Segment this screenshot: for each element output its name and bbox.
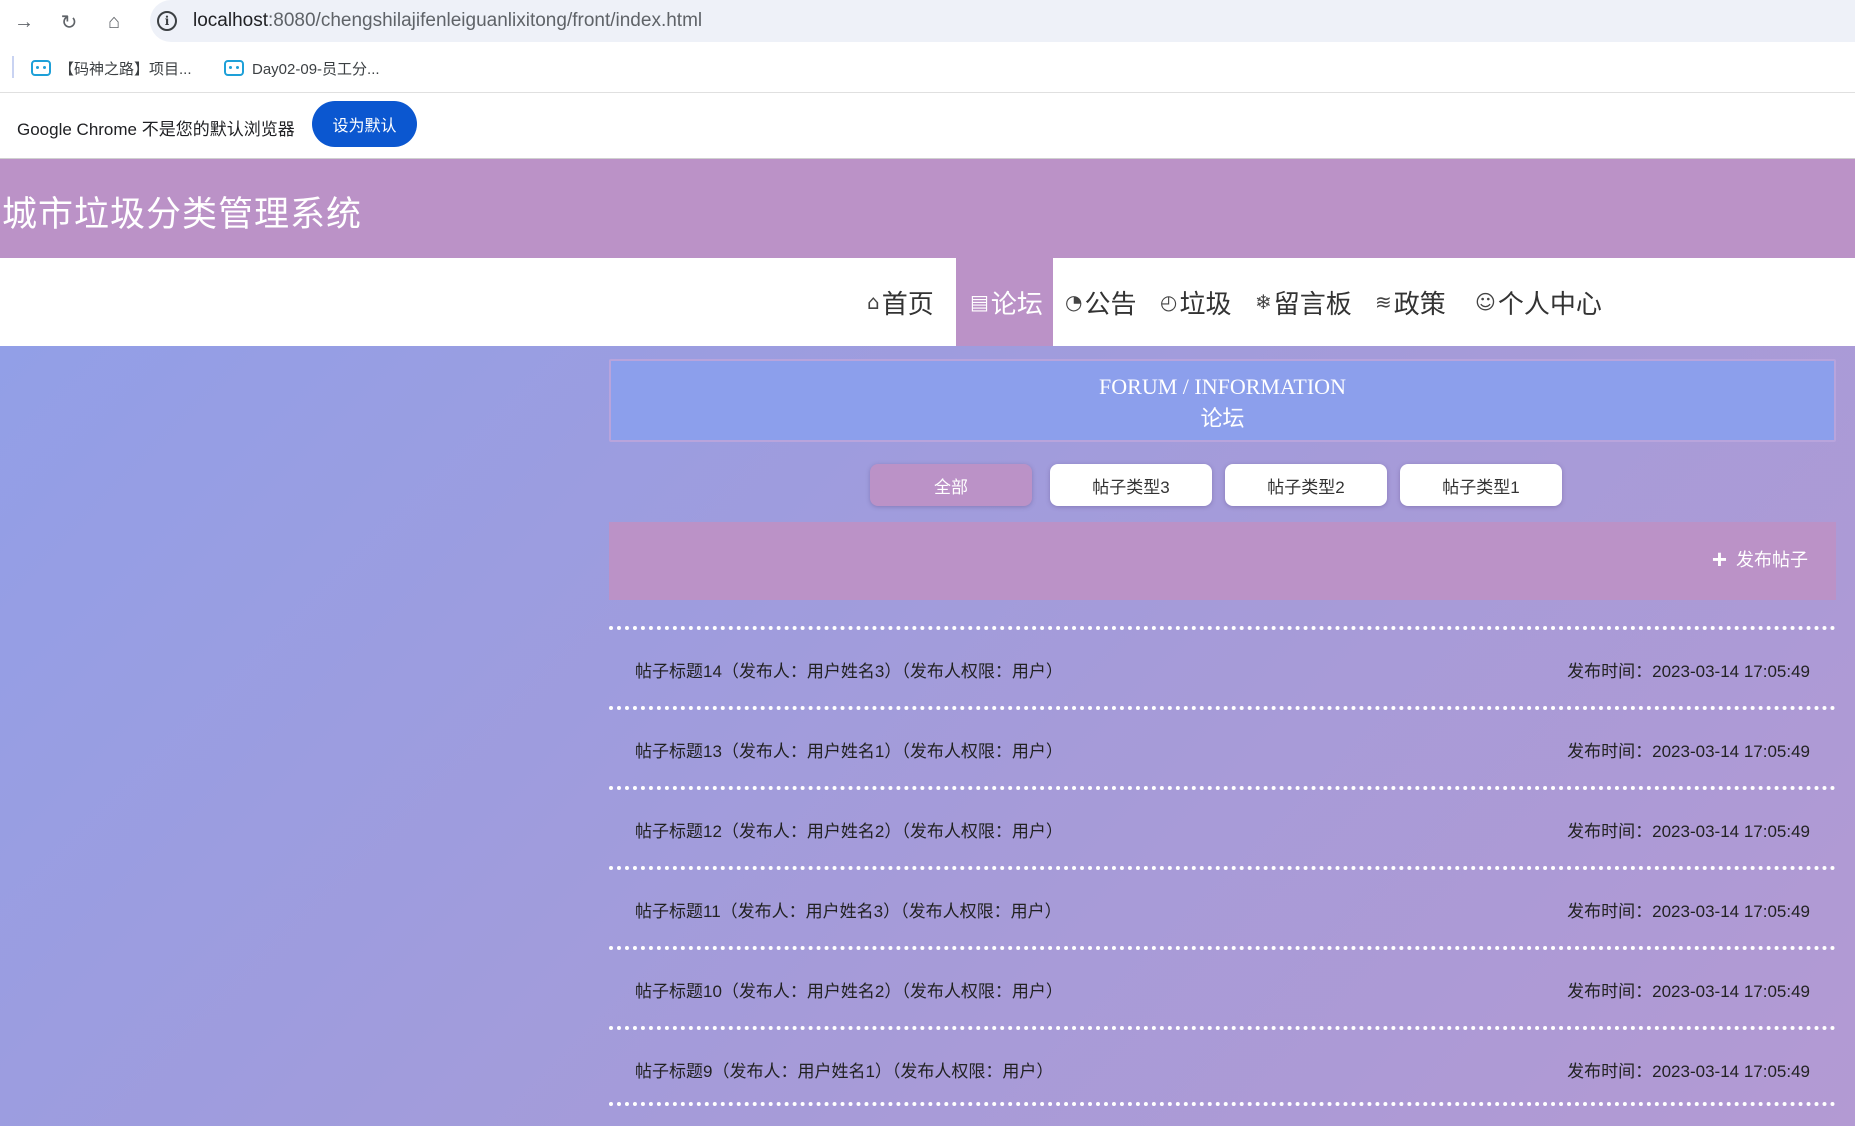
layers-icon: ≋ bbox=[1375, 290, 1392, 314]
bookmarks-divider bbox=[12, 56, 14, 78]
plus-icon: + bbox=[1711, 544, 1727, 574]
infobar-text: Google Chrome 不是您的默认浏览器 bbox=[17, 120, 295, 139]
main-nav: ⌂ 首页 ▤ 论坛 ◔ 公告 ◴ 垃圾 ❄ 留言板 ≋ 政策 ☺ 个人中心 bbox=[0, 258, 1855, 346]
url-text[interactable]: localhost:8080/chengshilajifenleiguanlix… bbox=[193, 10, 702, 32]
nav-label: 公告 bbox=[1084, 289, 1137, 320]
list-item[interactable]: 帖子标题13（发布人：用户姓名1）（发布人权限：用户） 发布时间：2023-03… bbox=[609, 706, 1836, 786]
list-item[interactable]: 帖子标题10（发布人：用户姓名2）（发布人权限：用户） 发布时间：2023-03… bbox=[609, 946, 1836, 1026]
content-area: FORUM / INFORMATION 论坛 全部 帖子类型3 帖子类型2 帖子… bbox=[0, 346, 1855, 1126]
post-time: 发布时间：2023-03-14 17:05:49 bbox=[1567, 822, 1810, 841]
nav-label: 留言板 bbox=[1273, 289, 1352, 320]
post-time: 发布时间：2023-03-14 17:05:49 bbox=[1567, 1062, 1810, 1081]
post-time: 发布时间：2023-03-14 17:05:49 bbox=[1567, 742, 1810, 761]
bookmarks-bar: 【码神之路】项目... Day02-09-员工分... bbox=[0, 42, 1855, 93]
url-path: :8080/chengshilajifenleiguanlixitong/fro… bbox=[268, 10, 703, 31]
list-item[interactable]: 帖子标题12（发布人：用户姓名2）（发布人权限：用户） 发布时间：2023-03… bbox=[609, 786, 1836, 866]
reload-icon[interactable]: ↻ bbox=[54, 7, 84, 37]
post-title[interactable]: 帖子标题9（发布人：用户姓名1）（发布人权限：用户） bbox=[635, 1057, 1053, 1082]
nav-item-notice[interactable]: ◔ 公告 bbox=[1065, 258, 1136, 346]
forward-icon[interactable]: → bbox=[9, 7, 39, 37]
browser-address-bar: → ↻ ⌂ i localhost:8080/chengshilajifenle… bbox=[0, 0, 1855, 42]
filter-type3-button[interactable]: 帖子类型3 bbox=[1050, 464, 1212, 506]
post-list: 帖子标题14（发布人：用户姓名3）（发布人权限：用户） 发布时间：2023-03… bbox=[609, 626, 1836, 1106]
home-icon[interactable]: ⌂ bbox=[99, 7, 129, 37]
banner-title-en: FORUM / INFORMATION bbox=[1099, 374, 1346, 399]
nav-item-forum[interactable]: ▤ 论坛 bbox=[956, 258, 1053, 346]
post-time: 发布时间：2023-03-14 17:05:49 bbox=[1567, 902, 1810, 921]
list-item[interactable]: 帖子标题14（发布人：用户姓名3）（发布人权限：用户） 发布时间：2023-03… bbox=[609, 626, 1836, 706]
post-title[interactable]: 帖子标题13（发布人：用户姓名1）（发布人权限：用户） bbox=[635, 737, 1063, 762]
nav-item-profile[interactable]: ☺ 个人中心 bbox=[1475, 258, 1602, 346]
post-title[interactable]: 帖子标题12（发布人：用户姓名2）（发布人权限：用户） bbox=[635, 817, 1063, 842]
banner-title-cn: 论坛 bbox=[1200, 407, 1245, 432]
filter-type2-button[interactable]: 帖子类型2 bbox=[1225, 464, 1387, 506]
post-title[interactable]: 帖子标题14（发布人：用户姓名3）（发布人权限：用户） bbox=[635, 657, 1063, 682]
list-item[interactable]: 帖子标题9（发布人：用户姓名1）（发布人权限：用户） 发布时间：2023-03-… bbox=[609, 1026, 1836, 1106]
post-title[interactable]: 帖子标题11（发布人：用户姓名3）（发布人权限：用户） bbox=[635, 897, 1062, 922]
site-title: 城市垃圾分类管理系统 bbox=[2, 195, 363, 235]
default-browser-infobar: Google Chrome 不是您的默认浏览器 设为默认 bbox=[0, 93, 1855, 159]
nav-label: 论坛 bbox=[990, 289, 1043, 320]
publish-post-button[interactable]: + 发布帖子 bbox=[1712, 546, 1808, 572]
power-icon: ◴ bbox=[1160, 290, 1178, 314]
list-item[interactable]: 帖子标题11（发布人：用户姓名3）（发布人权限：用户） 发布时间：2023-03… bbox=[609, 866, 1836, 946]
home-icon: ⌂ bbox=[867, 290, 880, 314]
page-banner: FORUM / INFORMATION 论坛 bbox=[609, 359, 1836, 442]
site-header: 城市垃圾分类管理系统 bbox=[0, 159, 1855, 258]
gauge-icon: ◔ bbox=[1065, 290, 1083, 314]
bilibili-icon bbox=[31, 60, 51, 76]
post-action-bar: + 发布帖子 bbox=[609, 522, 1836, 600]
clipboard-icon: ▤ bbox=[970, 290, 989, 314]
bilibili-icon bbox=[224, 60, 244, 76]
bookmark-item[interactable]: 【码神之路】项目... bbox=[31, 56, 192, 80]
nav-item-policy[interactable]: ≋ 政策 bbox=[1375, 258, 1446, 346]
publish-post-label: 发布帖子 bbox=[1736, 550, 1808, 570]
nav-label: 个人中心 bbox=[1497, 289, 1602, 320]
nav-item-garbage[interactable]: ◴ 垃圾 bbox=[1160, 258, 1231, 346]
nav-label: 首页 bbox=[881, 289, 934, 320]
bookmark-label: Day02-09-员工分... bbox=[252, 60, 380, 78]
nav-label: 垃圾 bbox=[1179, 289, 1232, 320]
nav-item-message-board[interactable]: ❄ 留言板 bbox=[1255, 258, 1352, 346]
info-icon[interactable]: i bbox=[157, 11, 177, 31]
nav-label: 政策 bbox=[1393, 289, 1446, 320]
filter-all-button[interactable]: 全部 bbox=[870, 464, 1032, 506]
nav-item-home[interactable]: ⌂ 首页 bbox=[867, 258, 957, 346]
post-time: 发布时间：2023-03-14 17:05:49 bbox=[1567, 982, 1810, 1001]
post-time: 发布时间：2023-03-14 17:05:49 bbox=[1567, 662, 1810, 681]
post-title[interactable]: 帖子标题10（发布人：用户姓名2）（发布人权限：用户） bbox=[635, 977, 1063, 1002]
snowflake-icon: ❄ bbox=[1255, 290, 1272, 314]
set-default-button[interactable]: 设为默认 bbox=[312, 101, 417, 147]
filter-type1-button[interactable]: 帖子类型1 bbox=[1400, 464, 1562, 506]
user-icon: ☺ bbox=[1475, 290, 1496, 314]
bookmark-item[interactable]: Day02-09-员工分... bbox=[224, 56, 380, 80]
url-host: localhost bbox=[193, 10, 268, 31]
bookmark-label: 【码神之路】项目... bbox=[59, 60, 192, 78]
